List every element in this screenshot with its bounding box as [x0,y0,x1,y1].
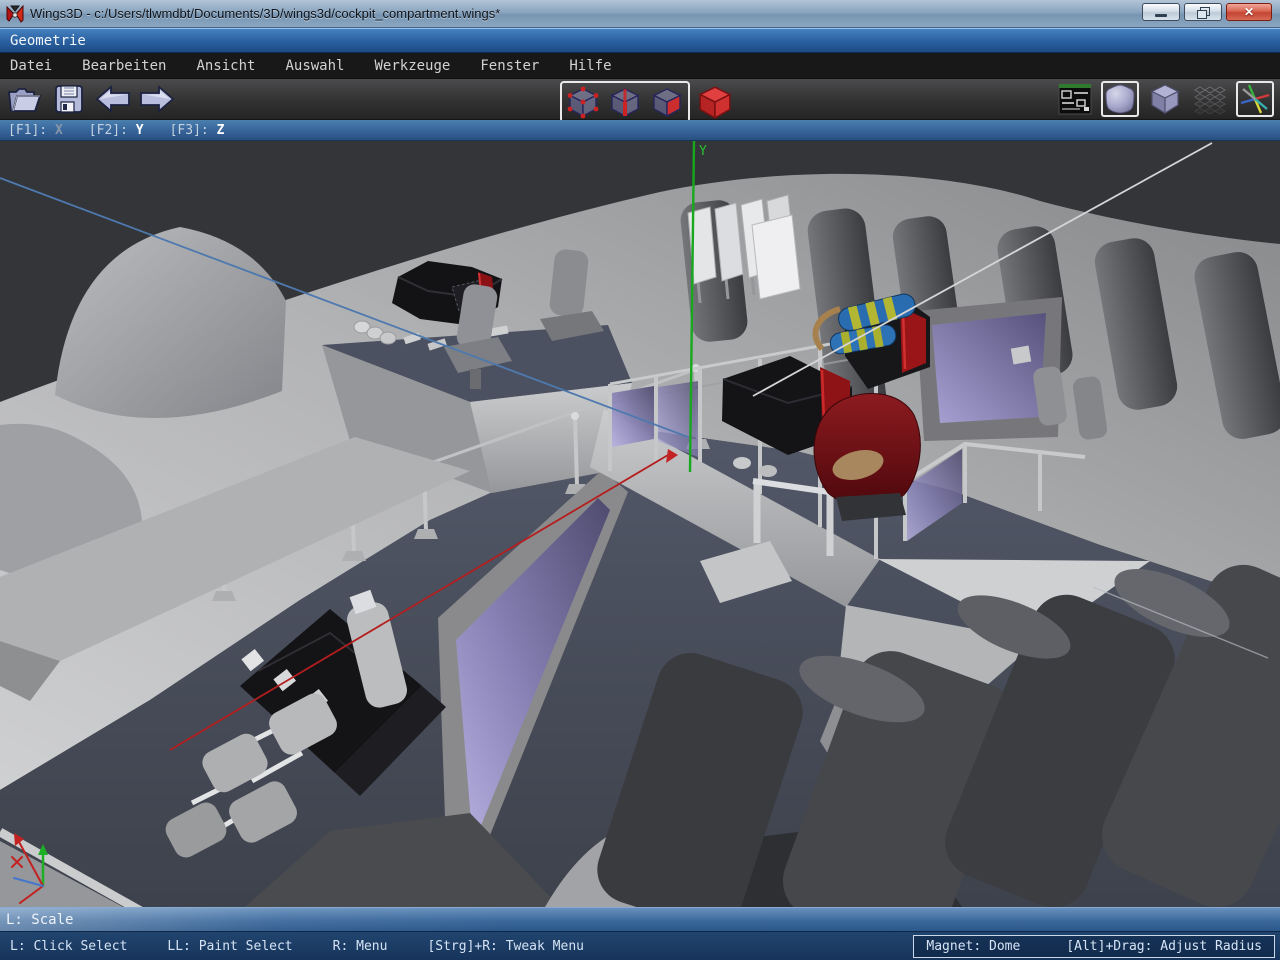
save-icon[interactable] [50,81,88,117]
magnet-indicator: Magnet: Dome [Alt]+Drag: Adjust Radius [913,935,1275,958]
scene-cockpit-compartment: Y [0,141,1280,907]
menu-item-fenster[interactable]: Fenster [480,58,539,74]
vertex-select-icon[interactable] [566,84,600,120]
magnet-hint: [Alt]+Drag: Adjust Radius [1066,939,1262,954]
toolbar [0,79,1280,120]
wings3d-app-icon [6,5,24,23]
magnet-label: Magnet: Dome [926,939,1020,954]
axis-f3-value: Z [217,123,225,138]
menu-item-auswahl[interactable]: Auswahl [285,58,344,74]
minimize-icon [1155,14,1167,17]
hint-double-click: LL: Paint Select [167,939,292,954]
geometry-window-title: Geometrie [10,33,86,49]
hint-right-click: R: Menu [333,939,388,954]
axis-f1-value: X [55,123,63,138]
menu-item-datei[interactable]: Datei [10,58,52,74]
edge-select-icon[interactable] [608,84,642,120]
show-axes-icon[interactable] [1236,81,1274,117]
hint-left-click: L: Click Select [10,939,127,954]
status-line: L: Scale [0,907,1280,931]
menu-bar: Datei Bearbeiten Ansicht Auswahl Werkzeu… [0,53,1280,79]
smooth-shaded-icon[interactable] [1101,81,1139,117]
flat-shaded-icon[interactable] [1146,81,1184,117]
status-message: L: Scale [6,912,73,928]
menu-item-ansicht[interactable]: Ansicht [196,58,255,74]
help-bar: L: Click Select LL: Paint Select R: Menu… [0,931,1280,960]
menu-item-hilfe[interactable]: Hilfe [569,58,611,74]
axis-f2-key: [F2]: [89,123,128,138]
axis-f3-key: [F3]: [170,123,209,138]
axis-f1-key: [F1]: [8,123,47,138]
undo-icon[interactable] [94,81,132,117]
close-button[interactable]: ✕ [1226,3,1272,21]
menu-item-werkzeuge[interactable]: Werkzeuge [374,58,450,74]
face-select-icon[interactable] [650,84,684,120]
geometry-graph-icon[interactable] [1056,81,1094,117]
open-folder-icon[interactable] [6,81,44,117]
hint-ctrl-right: [Strg]+R: Tweak Menu [427,939,584,954]
geometry-window-header[interactable]: Geometrie [0,28,1280,53]
title-bar: Wings3D - c:/Users/tlwmdbt/Documents/3D/… [0,0,1280,28]
y-axis-label: Y [699,144,707,159]
window-title: Wings3D - c:/Users/tlwmdbt/Documents/3D/… [30,6,500,21]
axis-f2-value: Y [136,123,144,138]
body-select-icon[interactable] [696,84,734,120]
menu-item-bearbeiten[interactable]: Bearbeiten [82,58,166,74]
selection-mode-group [560,81,690,123]
restore-button[interactable] [1184,3,1222,21]
redo-icon[interactable] [138,81,176,117]
close-icon: ✕ [1244,6,1254,18]
wings3d-window: Wings3D - c:/Users/tlwmdbt/Documents/3D/… [0,0,1280,960]
viewport-3d[interactable]: Y [0,141,1280,907]
ground-plane-icon[interactable] [1191,81,1229,117]
minimize-button[interactable] [1142,3,1180,21]
restore-icon [1197,7,1209,17]
axis-constraint-bar: [F1]: X [F2]: Y [F3]: Z [0,120,1280,141]
